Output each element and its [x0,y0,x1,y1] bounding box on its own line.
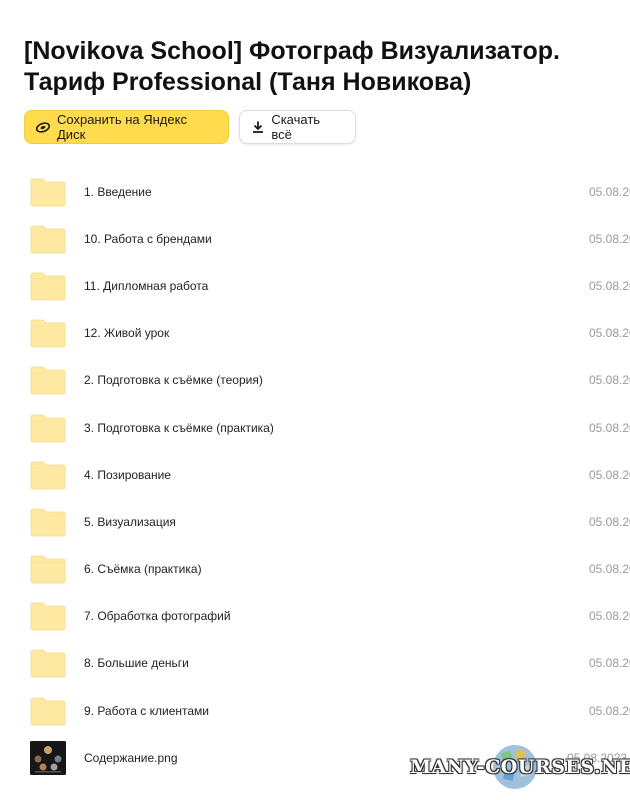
list-item-folder[interactable]: 10. Работа с брендами 05.08.20 [0,215,630,262]
item-date: 05.08.20 [589,420,630,435]
item-date: 05.08.20 [589,609,630,624]
image-thumbnail [30,740,66,775]
item-name: 7. Обработка фотографий [84,609,231,624]
save-button-label: Сохранить на Яндекс Диск [57,112,187,142]
download-icon [250,119,265,135]
item-name: 1. Введение [84,184,152,199]
item-date: 05.08.20 [589,656,630,671]
file-list: 1. Введение 05.08.20 10. Работа с бренда… [0,168,630,781]
download-all-button[interactable]: Скачать всё [239,110,356,144]
page: [Novikova School] Фотограф Визуализатор.… [0,0,630,800]
item-date: 05.08.20 [589,703,630,718]
folder-icon [30,507,66,537]
action-bar: Сохранить на Яндекс Диск Скачать всё [24,110,356,144]
item-name: 2. Подготовка к съёмке (теория) [84,373,263,388]
item-date: 05.08.20 [589,278,630,293]
folder-icon [30,696,66,726]
watermark: MANY-COURSES.NET [410,740,630,795]
folder-icon [30,271,66,301]
item-name: 5. Визуализация [84,514,176,529]
item-name: 12. Живой урок [84,326,170,341]
item-date: 05.08.20 [589,326,630,341]
yandex-disk-icon [35,119,51,135]
list-item-folder[interactable]: 4. Позирование 05.08.20 [0,451,630,498]
item-date: 05.08.20 [589,467,630,482]
list-item-folder[interactable]: 1. Введение 05.08.20 [0,168,630,215]
list-item-folder[interactable]: 8. Большие деньги 05.08.20 [0,640,630,687]
folder-icon [30,177,66,207]
folder-icon [30,601,66,631]
list-item-folder[interactable]: 3. Подготовка к съёмке (практика) 05.08.… [0,404,630,451]
list-item-folder[interactable]: 5. Визуализация 05.08.20 [0,498,630,545]
list-item-folder[interactable]: 9. Работа с клиентами 05.08.20 [0,687,630,734]
item-date: 05.08.20 [589,373,630,388]
download-button-label: Скачать всё [271,112,321,142]
list-item-folder[interactable]: 6. Съёмка (практика) 05.08.20 [0,546,630,593]
item-name: 6. Съёмка (практика) [84,562,202,577]
folder-icon [30,365,66,395]
item-name: 11. Дипломная работа [84,278,209,293]
item-name: 3. Подготовка к съёмке (практика) [84,420,274,435]
folder-icon [30,413,66,443]
page-title: [Novikova School] Фотограф Визуализатор.… [24,37,560,96]
list-item-folder[interactable]: 2. Подготовка к съёмке (теория) 05.08.20 [0,357,630,404]
item-date: 05.08.20 [589,562,630,577]
folder-icon [30,318,66,348]
folder-icon [30,648,66,678]
item-name: Содержание.png [84,750,178,765]
item-date: 05.08.20 [589,514,630,529]
list-item-folder[interactable]: 7. Обработка фотографий 05.08.20 [0,593,630,640]
item-name: 10. Работа с брендами [84,231,212,246]
folder-icon [30,554,66,584]
save-to-yandex-disk-button[interactable]: Сохранить на Яндекс Диск [24,110,229,144]
item-name: 4. Позирование [84,467,171,482]
folder-icon [30,224,66,254]
item-date: 05.08.20 [589,231,630,246]
folder-icon [30,460,66,490]
list-item-folder[interactable]: 11. Дипломная работа 05.08.20 [0,262,630,309]
watermark-text: MANY-COURSES.NET [410,756,630,778]
item-name: 9. Работа с клиентами [84,703,209,718]
list-item-folder[interactable]: 12. Живой урок 05.08.20 [0,310,630,357]
item-date: 05.08.20 [589,184,630,199]
item-name: 8. Большие деньги [84,656,189,671]
